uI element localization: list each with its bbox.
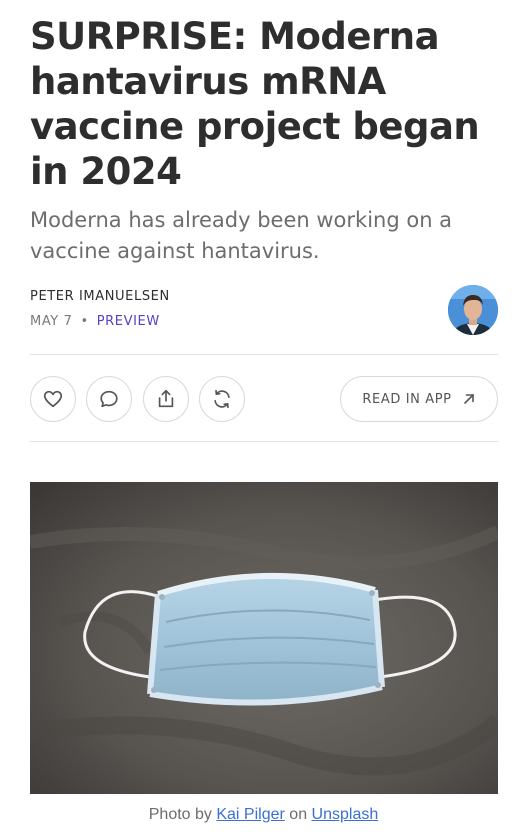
photographer-link[interactable]: Kai Pilger <box>216 806 284 823</box>
share-icon <box>158 389 174 408</box>
like-button[interactable] <box>30 376 76 422</box>
read-in-app-label: READ IN APP <box>362 391 452 407</box>
comment-button[interactable] <box>86 376 132 422</box>
arrow-up-right-icon <box>463 394 474 404</box>
read-in-app-button[interactable]: READ IN APP <box>340 376 498 422</box>
article-title: SURPRISE: Moderna hantavirus mRNA vaccin… <box>30 15 480 193</box>
article-hero-image <box>30 482 498 794</box>
article-subtitle: Moderna has already been working on a va… <box>30 208 453 263</box>
divider-top <box>30 354 498 355</box>
heart-icon <box>43 390 63 408</box>
caption-middle: on <box>289 806 308 823</box>
post-meta: MAY 7 • PREVIEW <box>30 314 160 329</box>
meta-separator: • <box>80 314 89 329</box>
caption-prefix: Photo by <box>148 806 212 823</box>
comment-icon <box>100 390 118 408</box>
image-caption: Photo by Kai Pilger on Unsplash <box>0 806 527 824</box>
restack-button[interactable] <box>199 376 245 422</box>
divider-bottom <box>30 441 498 442</box>
share-button[interactable] <box>143 376 189 422</box>
restack-icon <box>214 389 230 409</box>
unsplash-link[interactable]: Unsplash <box>312 806 379 823</box>
preview-badge: PREVIEW <box>96 314 160 329</box>
author-name[interactable]: PETER IMANUELSEN <box>30 289 170 304</box>
face-mask-photo <box>30 482 498 794</box>
post-date: MAY 7 <box>30 314 73 329</box>
author-avatar[interactable] <box>448 285 498 335</box>
